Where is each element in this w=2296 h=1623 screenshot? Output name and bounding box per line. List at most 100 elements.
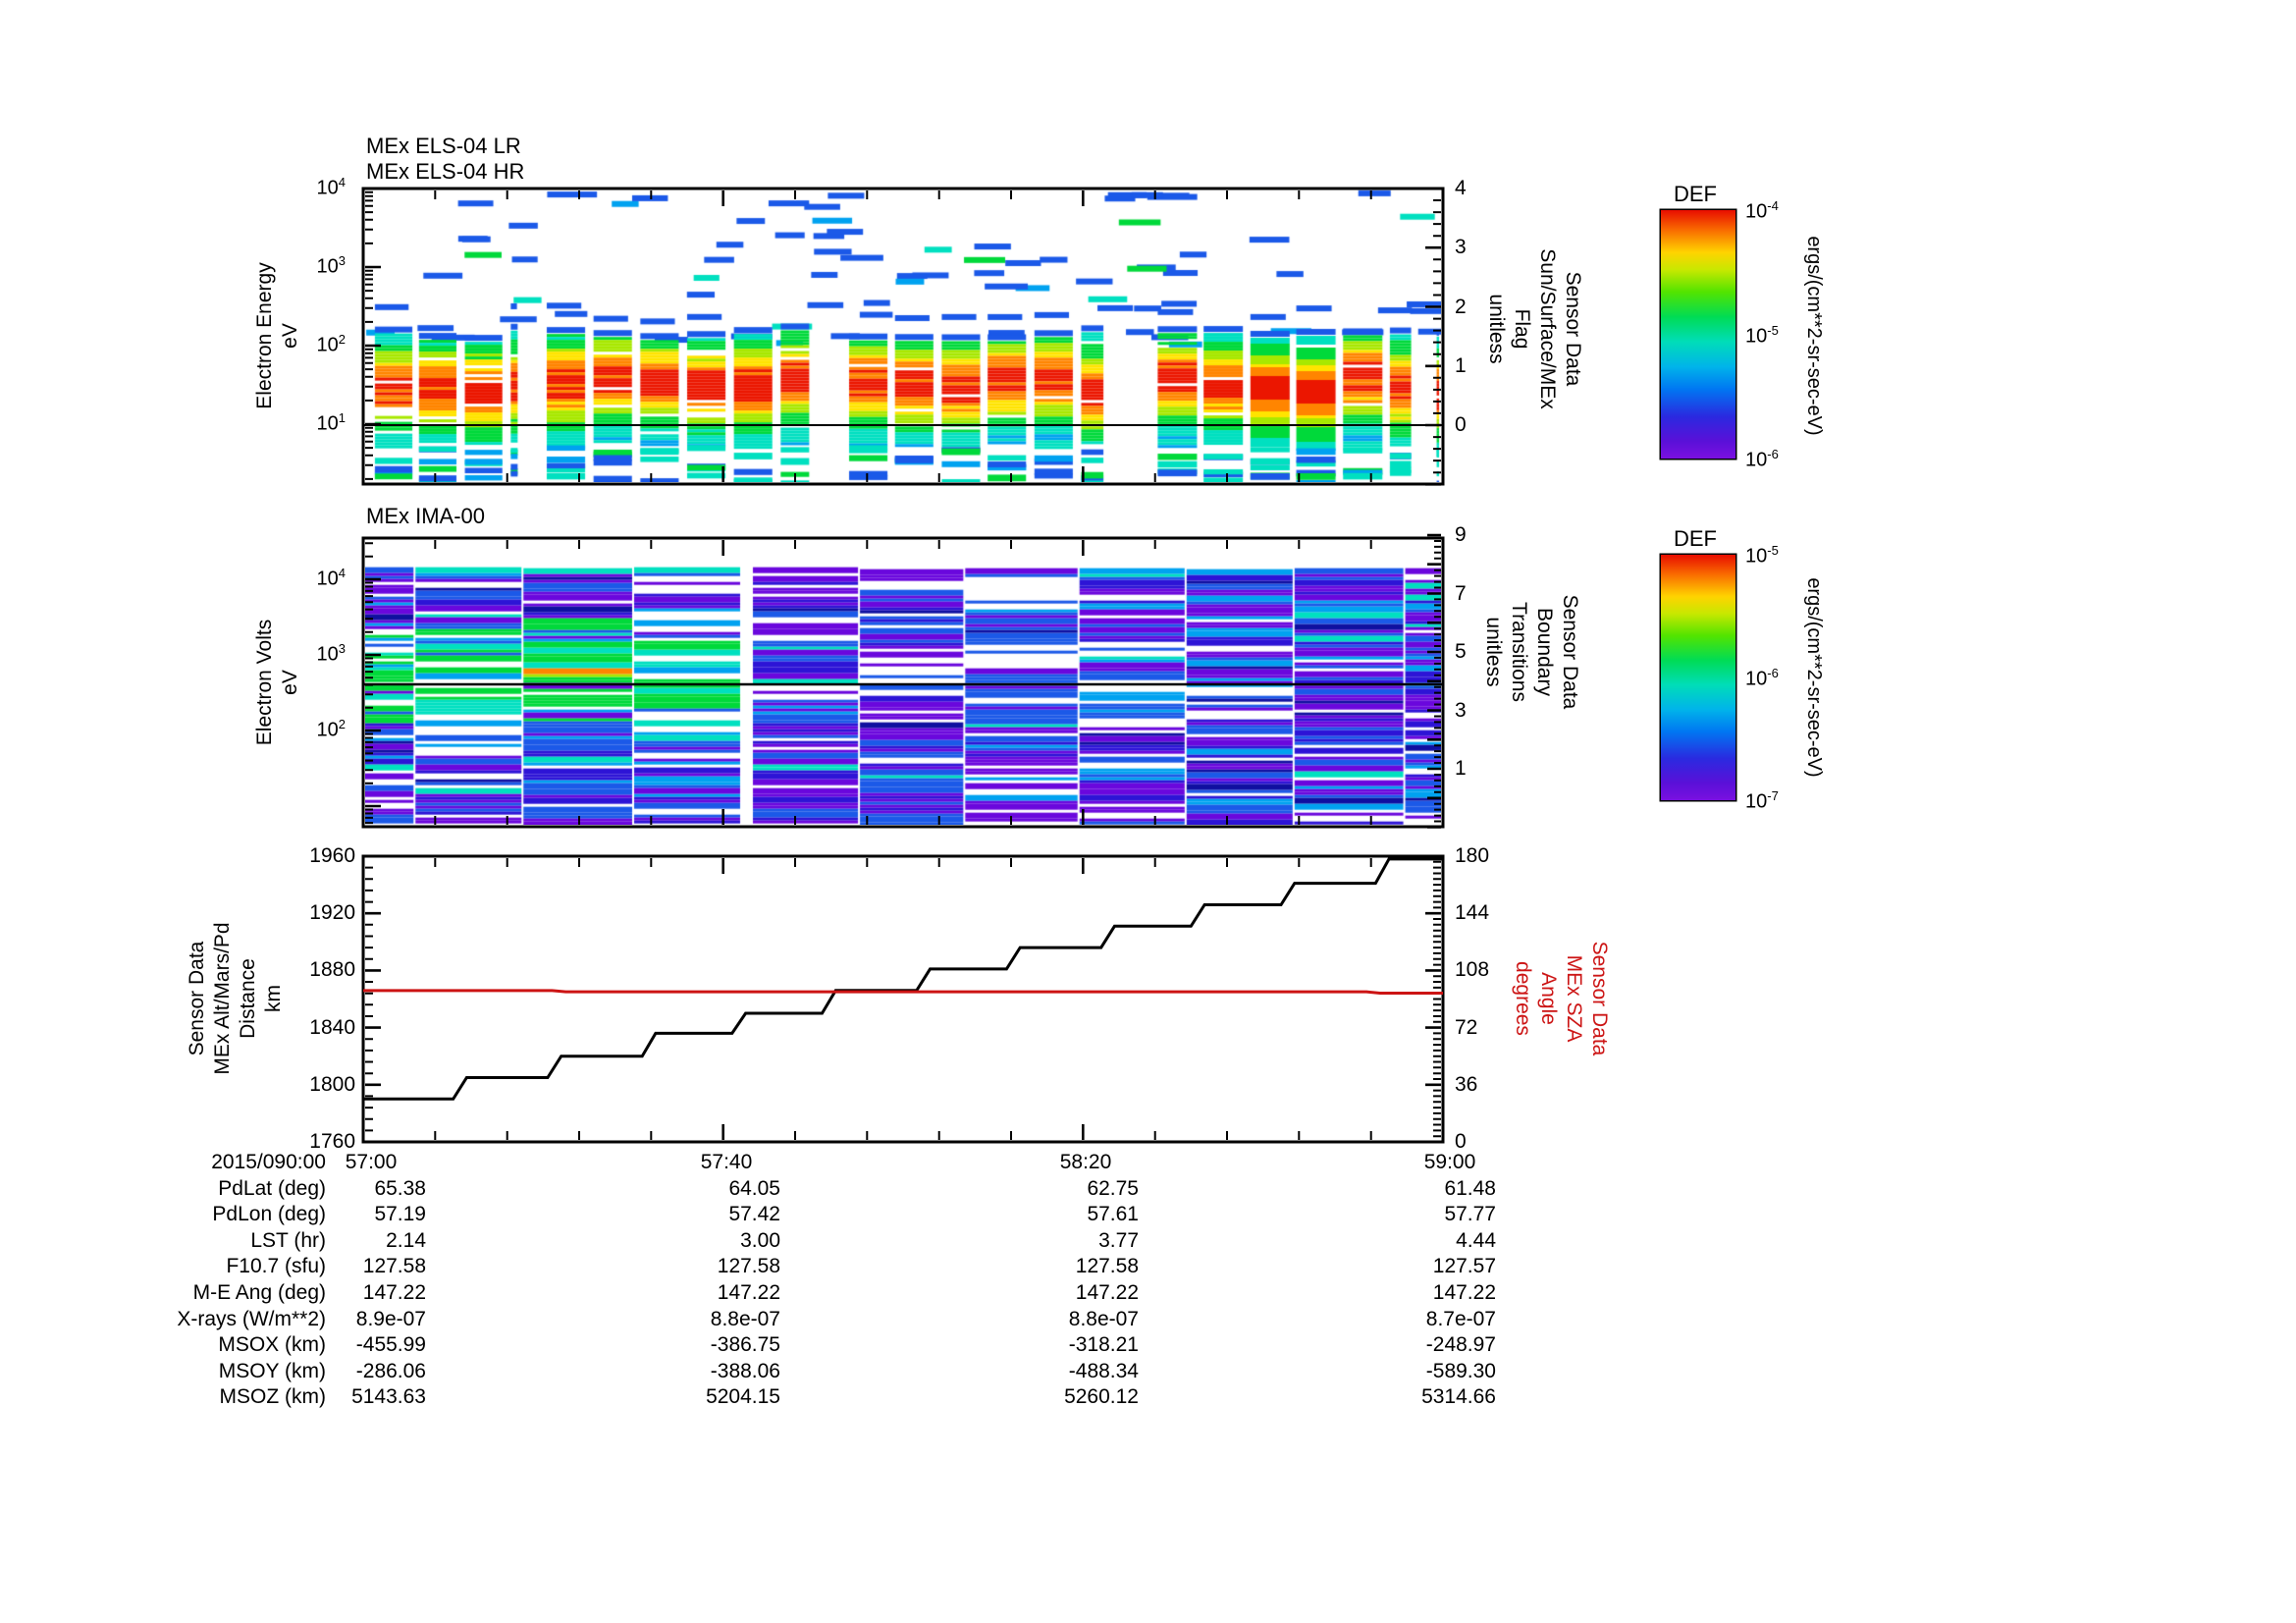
alt-ytick-1880: 1880 — [309, 958, 355, 982]
els-ytick-10e4: 104 — [316, 175, 346, 199]
els-ytick-10e2: 102 — [316, 332, 346, 356]
alt-ytick-1920: 1920 — [309, 901, 355, 925]
ima-rtick-5: 5 — [1455, 640, 1467, 663]
table-cell: 64.05 — [728, 1176, 780, 1200]
colorbar-2-tick-10e-7: 10-7 — [1745, 788, 1779, 813]
table-cell: 8.9e-07 — [355, 1307, 426, 1330]
x-tick-label-57:00: 57:00 — [345, 1151, 398, 1173]
ima-right-label: Sensor Data Boundary Transitions unitles… — [1482, 594, 1581, 710]
colorbar-1-tick-10e-5: 10-5 — [1745, 322, 1779, 348]
els-rtick-3: 3 — [1455, 236, 1467, 259]
table-cell: 2.14 — [386, 1228, 426, 1252]
table-cell: -455.99 — [355, 1333, 426, 1357]
els-ytick-10e3: 103 — [316, 253, 346, 278]
sza-rtick-144: 144 — [1455, 901, 1490, 925]
alt-ytick-1840: 1840 — [309, 1015, 355, 1039]
ima-ytick-10e3: 103 — [316, 641, 346, 666]
colorbar-1-title: DEF — [1674, 182, 1717, 206]
x-axis-date-label: 2015/090:00 — [211, 1151, 326, 1173]
sza-rtick-108: 108 — [1455, 958, 1490, 982]
els-rtick-2: 2 — [1455, 295, 1467, 318]
colorbar-1-tick-10e-5-exp: -5 — [1767, 322, 1779, 338]
alt-ytick-1800: 1800 — [309, 1072, 355, 1096]
table-cell: 5314.66 — [1421, 1385, 1496, 1409]
table-cell: 8.7e-07 — [1425, 1307, 1496, 1330]
colorbar-1-tick-10e-4: 10-4 — [1745, 198, 1779, 223]
table-cell: 147.22 — [717, 1281, 780, 1304]
table-cell: -386.75 — [710, 1333, 780, 1357]
colorbar-2-tick-10e-5-exp: -5 — [1767, 543, 1779, 558]
colorbar-2-tick-10e-5: 10-5 — [1745, 543, 1779, 568]
plot-stroke — [363, 989, 1443, 995]
table-cell: -488.34 — [1068, 1359, 1139, 1382]
plot-stroke — [363, 857, 1443, 1101]
table-cell: 127.58 — [362, 1255, 426, 1278]
table-cell: 57.42 — [728, 1203, 780, 1226]
sza-rtick-180: 180 — [1455, 844, 1490, 867]
ima-rtick-9: 9 — [1455, 523, 1467, 546]
panel-frame — [361, 187, 1445, 486]
alt-ytick-1960: 1960 — [309, 844, 355, 867]
colorbar-1-tick-10e-6: 10-6 — [1745, 447, 1779, 471]
colorbar-2-tick-10e-6: 10-6 — [1745, 666, 1779, 690]
table-cell: -318.21 — [1068, 1333, 1139, 1357]
table-cell: -589.30 — [1425, 1359, 1496, 1382]
table-cell: 3.00 — [740, 1228, 780, 1252]
table-cell: 147.22 — [1075, 1281, 1139, 1304]
table-cell: 127.58 — [717, 1255, 780, 1278]
table-cell: 57.77 — [1444, 1203, 1496, 1226]
table-cell: 147.22 — [362, 1281, 426, 1304]
colorbar-2-tick-10e-6-exp: -6 — [1767, 666, 1779, 680]
x-tick-label-59:00: 59:00 — [1423, 1151, 1476, 1173]
table-cell: -248.97 — [1425, 1333, 1496, 1357]
ima-ytick-10e4: 104 — [316, 566, 346, 590]
ima-ytick-10e3-exp: 3 — [338, 641, 346, 656]
els-title-lr: MEx ELS-04 LR — [366, 134, 521, 158]
panel-frame — [361, 854, 1445, 1144]
els-rtick-0: 0 — [1455, 413, 1467, 436]
table-cell: 5204.15 — [706, 1385, 780, 1409]
panel-frame — [361, 536, 1445, 829]
tplot-screenshot-page: MEx ELS-04 LR MEx ELS-04 HR MEx IMA-00 E… — [0, 0, 2296, 1623]
els-rtick-1: 1 — [1455, 353, 1467, 377]
colorbar-2-gradient — [1661, 555, 1735, 800]
els-title-hr: MEx ELS-04 HR — [366, 159, 525, 184]
sza-right-label: Sensor Data MEx SZA Angle degrees — [1512, 941, 1611, 1056]
colorbar-1-gradient — [1661, 210, 1735, 459]
els-ytick-10e3-exp: 3 — [338, 253, 346, 268]
els-ytick-10e1-exp: 1 — [338, 410, 346, 425]
els-ytick-10e1: 101 — [316, 410, 346, 435]
colorbar-2-title: DEF — [1674, 526, 1717, 551]
sza-rtick-72: 72 — [1455, 1015, 1478, 1039]
table-cell: -286.06 — [355, 1359, 426, 1382]
ima-rtick-3: 3 — [1455, 698, 1467, 722]
x-tick-label-58:20: 58:20 — [1059, 1151, 1112, 1173]
ima-ytick-10e2-exp: 2 — [338, 717, 346, 731]
table-cell: 127.57 — [1432, 1255, 1496, 1278]
x-tick-label-57:40: 57:40 — [700, 1151, 753, 1173]
ima-rtick-1: 1 — [1455, 757, 1467, 780]
sza-rtick-36: 36 — [1455, 1072, 1478, 1096]
ima-ytick-10e4-exp: 4 — [338, 566, 346, 580]
colorbar-1-tick-10e-4-exp: -4 — [1767, 198, 1779, 213]
table-cell: 8.8e-07 — [710, 1307, 780, 1330]
table-cell: 3.77 — [1098, 1228, 1139, 1252]
els-ytick-10e4-exp: 4 — [338, 175, 346, 189]
els-rtick-4: 4 — [1455, 177, 1467, 199]
colorbar-1-tick-10e-6-exp: -6 — [1767, 447, 1779, 461]
table-cell: 5143.63 — [351, 1385, 426, 1409]
table-cell: 62.75 — [1087, 1176, 1139, 1200]
alt-ylabel: Sensor Data MEx Alt/Mars/Pd Distance km — [186, 922, 285, 1075]
ima-ytick-10e2: 102 — [316, 717, 346, 741]
colorbar-2-tick-10e-7-exp: -7 — [1767, 788, 1779, 803]
els-ytick-10e2-exp: 2 — [338, 332, 346, 347]
table-cell: 65.38 — [374, 1176, 426, 1200]
table-cell: 57.19 — [374, 1203, 426, 1226]
ima-title: MEx IMA-00 — [366, 504, 486, 528]
table-cell: 5260.12 — [1064, 1385, 1139, 1409]
table-cell: 127.58 — [1075, 1255, 1139, 1278]
table-cell: 61.48 — [1444, 1176, 1496, 1200]
table-cell: 147.22 — [1432, 1281, 1496, 1304]
table-cell: 8.8e-07 — [1068, 1307, 1139, 1330]
ima-rtick-7: 7 — [1455, 581, 1467, 605]
